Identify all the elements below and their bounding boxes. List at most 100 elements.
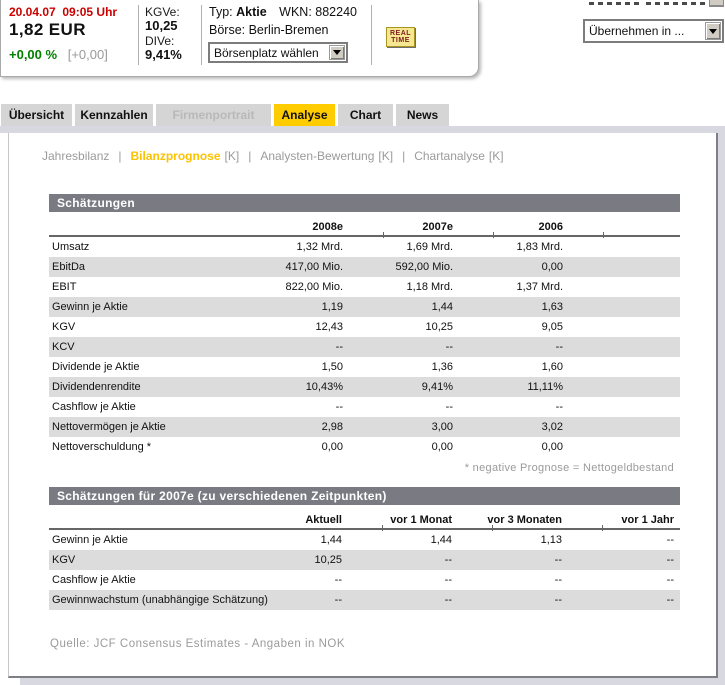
- chevron-down-icon: [333, 50, 341, 55]
- cell-value: 3,02: [493, 417, 603, 437]
- column-header: Aktuell: [272, 514, 382, 526]
- cell-value: 592,00 Mio.: [383, 257, 493, 277]
- table-row: EbitDa417,00 Mio.592,00 Mio.0,00: [49, 257, 680, 277]
- cell-value: 1,44: [382, 530, 492, 550]
- quote-header-box: 20.04.07 09:05 Uhr 1,82 EUR +0,00 % [+0,…: [0, 0, 479, 77]
- row-label: KCV: [49, 337, 273, 357]
- row-label: Gewinn je Aktie: [49, 297, 273, 317]
- cell-value: --: [492, 570, 602, 590]
- subnav-jahresbilanz[interactable]: Jahresbilanz: [42, 149, 109, 163]
- cell-value: 10,25: [272, 550, 382, 570]
- realtime-line2: TIME: [390, 37, 411, 44]
- tab-firmenportrait: Firmenportrait: [156, 104, 271, 126]
- table-row: Gewinn je Aktie1,191,441,63: [49, 297, 680, 317]
- row-label: Umsatz: [49, 237, 273, 257]
- cell-value: 1,32 Mrd.: [273, 237, 383, 257]
- subnav-bilanzprognose[interactable]: Bilanzprognose: [131, 149, 221, 163]
- realtime-badge: REAL TIME: [386, 27, 415, 47]
- dive-value: 9,41%: [145, 47, 182, 62]
- row-label: Dividendenrendite: [49, 377, 273, 397]
- table-title-bar: Schätzungen für 2007e (zu verschiedenen …: [49, 487, 680, 505]
- subnav-divider: |: [402, 149, 405, 163]
- kgve-value: 10,25: [145, 18, 178, 33]
- dropdown-arrow-button[interactable]: [709, 0, 724, 7]
- exchange-line: Börse: Berlin-Bremen: [209, 23, 329, 37]
- table-row: Umsatz1,32 Mrd.1,69 Mrd.1,83 Mrd.: [49, 237, 680, 257]
- table-body: Gewinn je Aktie1,441,441,13--KGV10,25---…: [49, 530, 680, 610]
- subnav-chartanalyse[interactable]: Chartanalyse: [414, 149, 485, 163]
- subnav-analysten-bewertung[interactable]: Analysten-Bewertung: [260, 149, 374, 163]
- tab-news[interactable]: News: [396, 104, 449, 126]
- column-header: vor 1 Jahr: [602, 514, 680, 526]
- row-label: Cashflow je Aktie: [49, 570, 272, 590]
- cell-value: --: [382, 550, 492, 570]
- row-label: Nettovermögen je Aktie: [49, 417, 273, 437]
- row-spacer: [603, 397, 680, 417]
- typ-value: Aktie: [236, 5, 267, 19]
- tab-kennzahlen[interactable]: Kennzahlen: [75, 104, 153, 126]
- table-row: Gewinn je Aktie1,441,441,13--: [49, 530, 680, 550]
- cell-value: 11,11%: [493, 377, 603, 397]
- uebernehmen-select[interactable]: Übernehmen in ...: [583, 19, 724, 43]
- cell-value: 1,44: [272, 530, 382, 550]
- row-label: Gewinn je Aktie: [49, 530, 272, 550]
- cell-value: 1,63: [493, 297, 603, 317]
- cell-value: --: [273, 397, 383, 417]
- page-bottom-margin: [20, 678, 725, 685]
- boersenplatz-select[interactable]: Börsenplatz wählen: [208, 42, 348, 63]
- row-spacer: [603, 417, 680, 437]
- cell-value: 1,13: [492, 530, 602, 550]
- tab-chart[interactable]: Chart: [338, 104, 393, 126]
- cell-value: 2,98: [273, 417, 383, 437]
- security-type-line: Typ: Aktie WKN: 882240: [209, 5, 357, 19]
- row-spacer: [603, 297, 680, 317]
- cell-value: --: [492, 590, 602, 610]
- subnav-k-suffix: [K]: [378, 149, 393, 163]
- column-header: 2006: [493, 221, 603, 233]
- row-spacer: [603, 237, 680, 257]
- row-label: Gewinnwachstum (unabhängige Schätzung): [49, 590, 272, 610]
- cell-value: 0,00: [493, 437, 603, 457]
- column-header: 2007e: [383, 221, 493, 233]
- table-title-bar: Schätzungen: [49, 194, 680, 212]
- subnav-k-suffix: [K]: [489, 149, 504, 163]
- table-row: Dividendenrendite10,43%9,41%11,11%: [49, 377, 680, 397]
- column-header: vor 3 Monaten: [492, 514, 602, 526]
- table-row: Nettoverschuldung *0,000,000,00: [49, 437, 680, 457]
- quote-change: +0,00 % [+0,00]: [9, 47, 108, 62]
- analyse-panel: Jahresbilanz | Bilanzprognose [K] | Analysten…: [8, 133, 718, 678]
- cell-value: --: [602, 530, 680, 550]
- realtime-line1: REAL: [390, 30, 411, 37]
- cell-value: --: [382, 570, 492, 590]
- dropdown-arrow-button[interactable]: [329, 45, 345, 60]
- typ-label: Typ:: [209, 5, 233, 19]
- wkn: WKN: 882240: [279, 5, 357, 19]
- row-spacer: [603, 277, 680, 297]
- cell-value: 1,36: [383, 357, 493, 377]
- table-row: KGV10,25------: [49, 550, 680, 570]
- cell-value: --: [602, 570, 680, 590]
- tab-uebersicht[interactable]: Übersicht: [1, 104, 72, 126]
- clipped-text-fragment: [646, 2, 708, 5]
- table-row: Nettovermögen je Aktie2,983,003,02: [49, 417, 680, 437]
- row-label: EbitDa: [49, 257, 273, 277]
- table-column-headers: 2008e2007e2006: [49, 213, 680, 237]
- dive-label: DIVe:: [145, 34, 174, 48]
- table-row: Cashflow je Aktie--------: [49, 570, 680, 590]
- cell-value: --: [602, 550, 680, 570]
- cell-value: 1,19: [273, 297, 383, 317]
- row-label: EBIT: [49, 277, 273, 297]
- quote-timestamp: 20.04.07 09:05 Uhr: [9, 5, 117, 19]
- cell-value: 1,18 Mrd.: [383, 277, 493, 297]
- cell-value: --: [602, 590, 680, 610]
- divider: [371, 5, 372, 65]
- table-row: KCV------: [49, 337, 680, 357]
- page-right-margin: [718, 126, 725, 685]
- tab-analyse[interactable]: Analyse: [274, 104, 335, 126]
- boersenplatz-select-label: Börsenplatz wählen: [214, 46, 319, 60]
- subnav-divider: |: [248, 149, 251, 163]
- dropdown-arrow-button[interactable]: [705, 22, 721, 40]
- row-label: Nettoverschuldung *: [49, 437, 273, 457]
- row-spacer: [603, 437, 680, 457]
- chevron-down-icon: [709, 29, 717, 34]
